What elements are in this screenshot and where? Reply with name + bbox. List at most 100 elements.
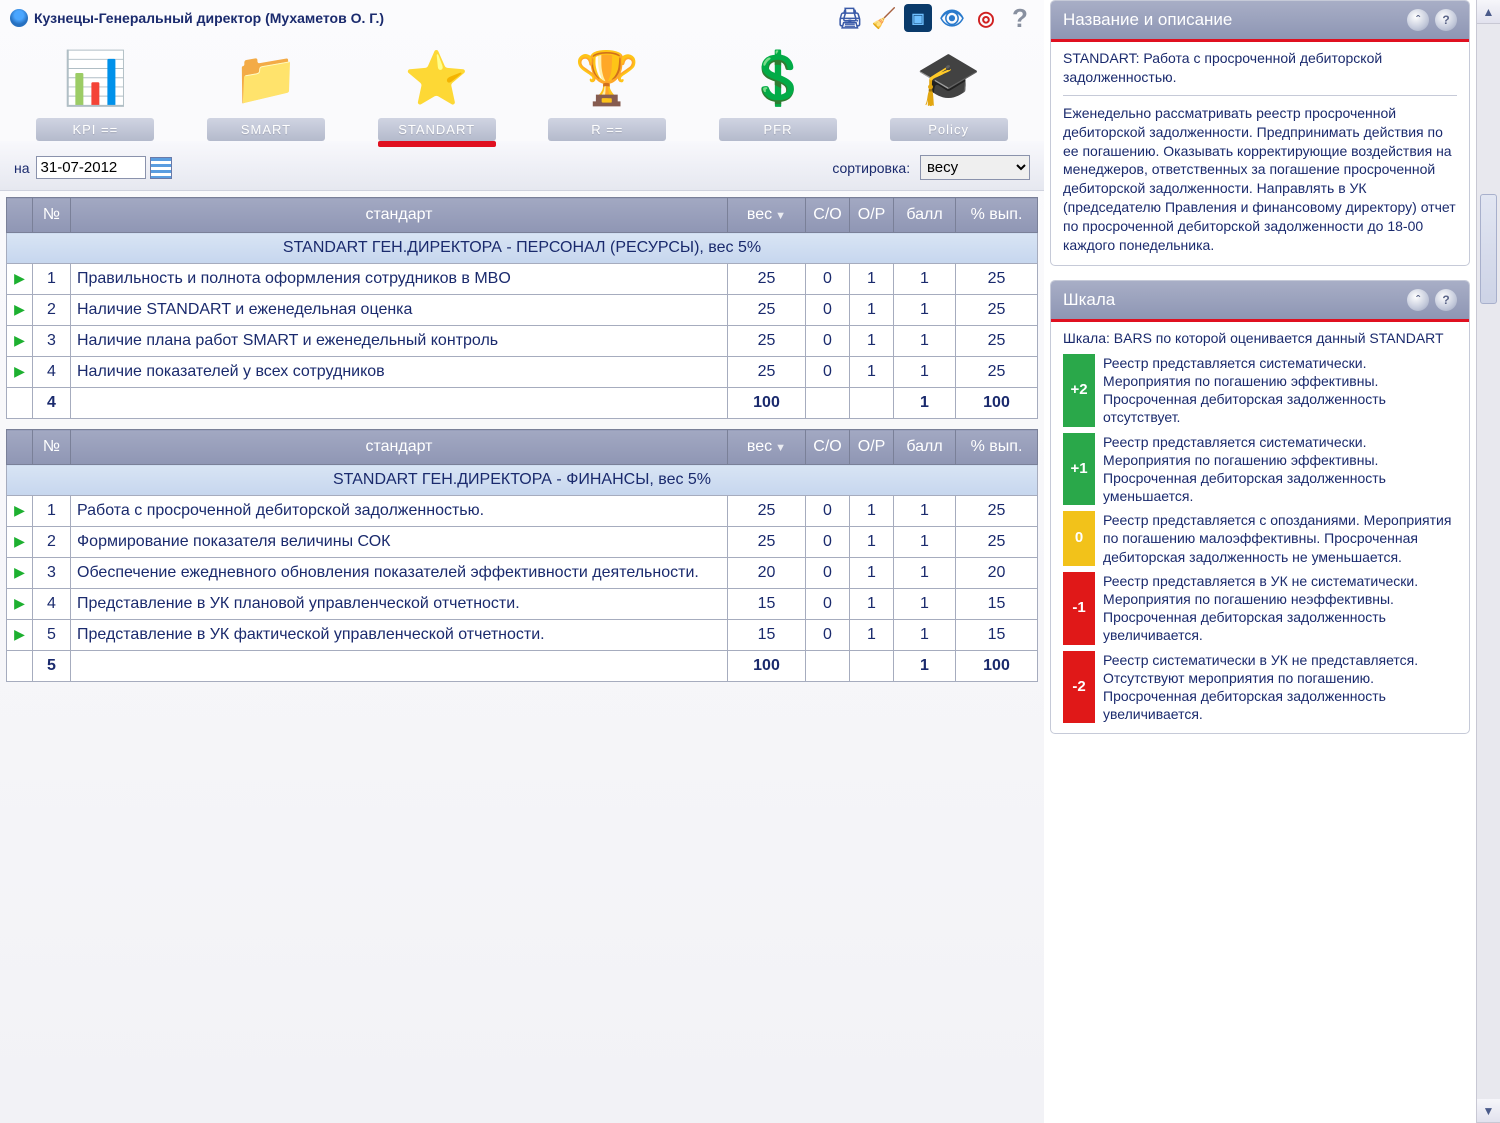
date-input[interactable]	[36, 156, 146, 179]
row-so: 0	[806, 527, 850, 558]
table-row: ▶4Представление в УК плановой управленче…	[7, 589, 1038, 620]
row-ball: 1	[894, 558, 956, 589]
row-num: 1	[33, 496, 71, 527]
row-so: 0	[806, 620, 850, 651]
scroll-up-icon[interactable]: ▲	[1477, 0, 1500, 24]
nav-label: Policy	[890, 118, 1008, 141]
main-nav: 📊KPI == 📁SMART ⭐STANDART 🏆R == 💲 PFR 🎓Policy	[0, 36, 1044, 141]
total-row: 41001100	[7, 388, 1038, 419]
row-name[interactable]: Правильность и полнота оформления сотруд…	[71, 264, 728, 295]
clean-icon[interactable]: 🧹	[870, 4, 898, 32]
play-icon[interactable]: ▶	[14, 564, 25, 580]
scale-level-badge: +2	[1063, 354, 1095, 427]
row-name[interactable]: Обеспечение ежедневного обновления показ…	[71, 558, 728, 589]
row-op: 1	[850, 295, 894, 326]
row-name[interactable]: Представление в УК фактической управленч…	[71, 620, 728, 651]
row-ball: 1	[894, 264, 956, 295]
row-pct: 20	[956, 558, 1038, 589]
col-pct[interactable]: % вып.	[956, 198, 1038, 233]
col-ball[interactable]: балл	[894, 430, 956, 465]
row-name[interactable]: Формирование показателя величины СОК	[71, 527, 728, 558]
row-op: 1	[850, 264, 894, 295]
help-icon[interactable]: ?	[1006, 4, 1034, 32]
play-icon[interactable]: ▶	[14, 502, 25, 518]
scale-row: -1Реестр представляется в УК не системат…	[1063, 572, 1457, 645]
play-icon[interactable]: ▶	[14, 363, 25, 379]
play-icon[interactable]: ▶	[14, 332, 25, 348]
row-weight: 25	[728, 326, 806, 357]
page-title: Кузнецы-Генеральный директор (Мухаметов …	[34, 10, 384, 26]
col-op[interactable]: О/Р	[850, 198, 894, 233]
sort-select[interactable]: весу	[920, 155, 1030, 180]
scale-level-text: Реестр представляется с опозданиями. Мер…	[1103, 511, 1457, 566]
col-so[interactable]: С/О	[806, 430, 850, 465]
collapse-icon[interactable]: ˆ	[1407, 289, 1429, 311]
row-so: 0	[806, 326, 850, 357]
row-num: 2	[33, 527, 71, 558]
nav-icon: 💲	[742, 42, 814, 114]
nav-label: PFR	[719, 118, 837, 141]
panel-help-icon[interactable]: ?	[1435, 289, 1457, 311]
table-row: ▶3Наличие плана работ SMART и еженедельн…	[7, 326, 1038, 357]
row-name[interactable]: Наличие показателей у всех сотрудников	[71, 357, 728, 388]
calendar-icon[interactable]	[150, 157, 172, 179]
table-row: ▶ 1Работа с просроченной дебиторской задо…	[7, 496, 1038, 527]
row-pct: 25	[956, 527, 1038, 558]
collapse-icon[interactable]: ˆ	[1407, 9, 1429, 31]
col-num[interactable]: №	[33, 430, 71, 465]
view-icon[interactable]: 👁	[938, 4, 966, 32]
panel-description-title: Название и описание	[1063, 10, 1232, 30]
target-icon[interactable]: ◎	[972, 4, 1000, 32]
fullscreen-icon[interactable]: ▣	[904, 4, 932, 32]
nav-pfr[interactable]: 💲 PFR	[713, 42, 843, 141]
row-name[interactable]: Работа с просроченной дебиторской задолж…	[71, 496, 728, 527]
col-weight[interactable]: вес	[728, 198, 806, 233]
sort-label: сортировка:	[832, 160, 910, 176]
scale-level-badge: -1	[1063, 572, 1095, 645]
col-pct[interactable]: % вып.	[956, 430, 1038, 465]
row-so: 0	[806, 558, 850, 589]
row-name[interactable]: Представление в УК плановой управленческ…	[71, 589, 728, 620]
nav-standart[interactable]: ⭐STANDART	[372, 42, 502, 141]
panel-scale: Шкала ˆ ? Шкала: BARS по которой оценива…	[1050, 280, 1470, 734]
table-row: ▶5Представление в УК фактической управле…	[7, 620, 1038, 651]
row-weight: 25	[728, 496, 806, 527]
row-name[interactable]: Наличие STANDART и еженедельная оценка	[71, 295, 728, 326]
col-num[interactable]: №	[33, 198, 71, 233]
nav-kpi[interactable]: 📊KPI ==	[30, 42, 160, 141]
vertical-scrollbar[interactable]: ▲ ▼	[1476, 0, 1500, 1123]
nav-label: SMART	[207, 118, 325, 141]
nav-r[interactable]: 🏆R ==	[542, 42, 672, 141]
scroll-thumb[interactable]	[1480, 194, 1497, 304]
col-weight[interactable]: вес	[728, 430, 806, 465]
row-op: 1	[850, 620, 894, 651]
col-ball[interactable]: балл	[894, 198, 956, 233]
print-icon[interactable]: 🖨	[836, 4, 864, 32]
row-num: 2	[33, 295, 71, 326]
col-standard[interactable]: стандарт	[71, 198, 728, 233]
nav-policy[interactable]: 🎓Policy	[884, 42, 1014, 141]
row-ball: 1	[894, 326, 956, 357]
standard-table: №стандартвесС/ОО/Рбалл% вып.STANDART ГЕН…	[6, 197, 1038, 419]
col-op[interactable]: О/Р	[850, 430, 894, 465]
row-pct: 25	[956, 326, 1038, 357]
row-weight: 15	[728, 620, 806, 651]
scroll-down-icon[interactable]: ▼	[1477, 1099, 1500, 1123]
title-bar: Кузнецы-Генеральный директор (Мухаметов …	[0, 0, 1044, 36]
row-ball: 1	[894, 357, 956, 388]
col-so[interactable]: С/О	[806, 198, 850, 233]
play-icon[interactable]: ▶	[14, 301, 25, 317]
play-icon[interactable]: ▶	[14, 270, 25, 286]
nav-smart[interactable]: 📁SMART	[201, 42, 331, 141]
nav-label: STANDART	[378, 118, 496, 141]
table-row: ▶ 2Наличие STANDART и еженедельная оценка…	[7, 295, 1038, 326]
total-row: 51001100	[7, 651, 1038, 682]
play-icon[interactable]: ▶	[14, 533, 25, 549]
col-standard[interactable]: стандарт	[71, 430, 728, 465]
panel-help-icon[interactable]: ?	[1435, 9, 1457, 31]
table-row: ▶3Обеспечение ежедневного обновления пок…	[7, 558, 1038, 589]
filter-bar: на сортировка: весу	[0, 141, 1044, 191]
row-name[interactable]: Наличие плана работ SMART и еженедельный…	[71, 326, 728, 357]
play-icon[interactable]: ▶	[14, 626, 25, 642]
play-icon[interactable]: ▶	[14, 595, 25, 611]
